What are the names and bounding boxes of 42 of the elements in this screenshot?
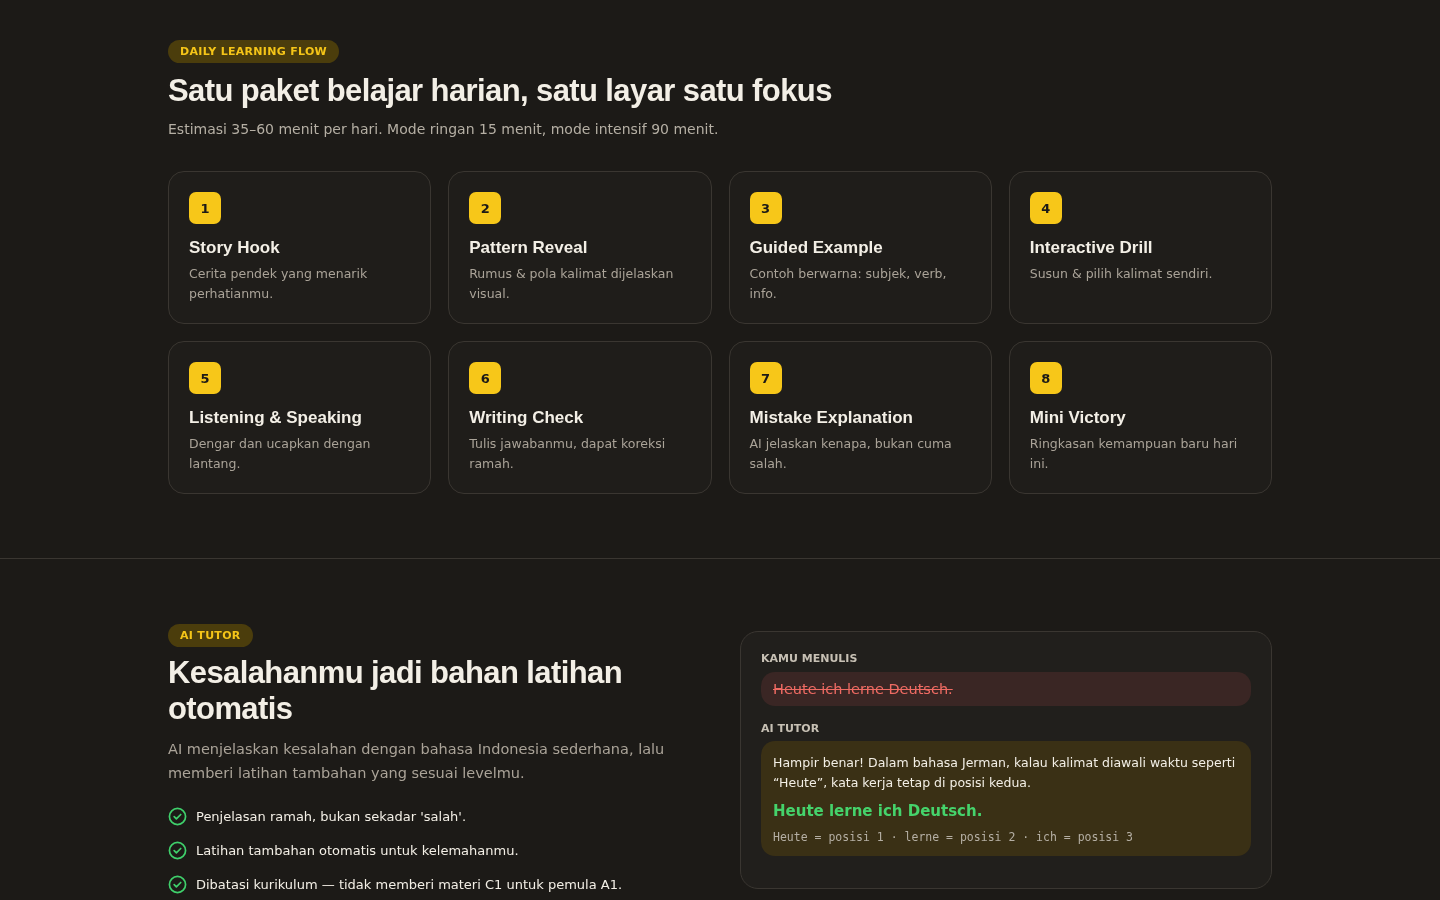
step-number: 8 [1029, 362, 1062, 394]
step-number: 7 [749, 362, 782, 394]
check-circle-icon [168, 841, 187, 860]
step-number: 5 [189, 362, 221, 394]
step-description: Susun & pilih kalimat sendiri. [1029, 265, 1214, 283]
step-title: Mistake Explanation [749, 408, 914, 428]
panel-label: KAMU MENULIS [761, 652, 859, 665]
section-title: Satu paket belajar harian, satu layar satu fokus [168, 73, 833, 109]
explanation-text: Hampir benar! Dalam bahasa Jerman, kalau kalimat diawali waktu seperti “Heute”, kata kerja tetap di posisi kedua. [773, 754, 1237, 792]
step-title: Pattern Reveal [469, 238, 589, 258]
step-number: 3 [749, 192, 782, 224]
feature-text: Dibatasi kurikulum — tidak memberi materi C1 untuk pemula A1. [196, 877, 623, 892]
step-title: Story Hook [189, 238, 281, 258]
step-description: Cerita pendek yang menarik perhatianmu. [189, 265, 369, 303]
step-number: 6 [469, 362, 502, 394]
step-description: Rumus & pola kalimat dijelaskan visual. [469, 265, 675, 303]
wrong-sentence: Heute ich lerne Deutsch. [761, 672, 1251, 706]
word-position-breakdown: Heute = posisi 1 · lerne = posisi 2 · ich = posisi 3 [773, 830, 1135, 844]
section-description: AI menjelaskan kesalahan dengan bahasa Indonesia sederhana, lalu memberi latihan tambahan yang sesuai levelmu. [168, 740, 666, 783]
step-title: Interactive Drill [1029, 238, 1154, 258]
step-title: Listening & Speaking [189, 408, 363, 428]
step-title: Writing Check [469, 408, 585, 428]
step-description: Dengar dan ucapkan dengan lantang. [189, 435, 372, 473]
corrected-sentence: Heute lerne ich Deutsch. [773, 802, 984, 820]
step-description: AI jelaskan kenapa, bukan cuma salah. [749, 435, 953, 473]
section-title: Kesalahanmu jadi bahan latihan otomatis [168, 655, 623, 727]
section-badge: AI TUTOR [168, 624, 253, 647]
step-description: Ringkasan kemampuan baru hari ini. [1029, 435, 1239, 473]
step-number: 4 [1029, 192, 1062, 224]
feature-text: Penjelasan ramah, bukan sekadar 'salah'. [196, 809, 467, 824]
step-title: Guided Example [749, 238, 884, 258]
step-description: Contoh berwarna: subjek, verb, info. [749, 265, 948, 303]
step-description: Tulis jawabanmu, dapat koreksi ramah. [469, 435, 667, 473]
feature-text: Latihan tambahan otomatis untuk kelemahanmu. [196, 843, 519, 858]
check-circle-icon [168, 807, 187, 826]
step-title: Mini Victory [1029, 408, 1127, 428]
step-number: 1 [189, 192, 221, 224]
section-subtitle: Estimasi 35–60 menit per hari. Mode ringan 15 menit, mode intensif 90 menit. [168, 121, 720, 137]
step-number: 2 [469, 192, 502, 224]
panel-label: AI TUTOR [761, 722, 821, 735]
section-badge: DAILY LEARNING FLOW [168, 40, 339, 63]
check-circle-icon [168, 875, 187, 894]
